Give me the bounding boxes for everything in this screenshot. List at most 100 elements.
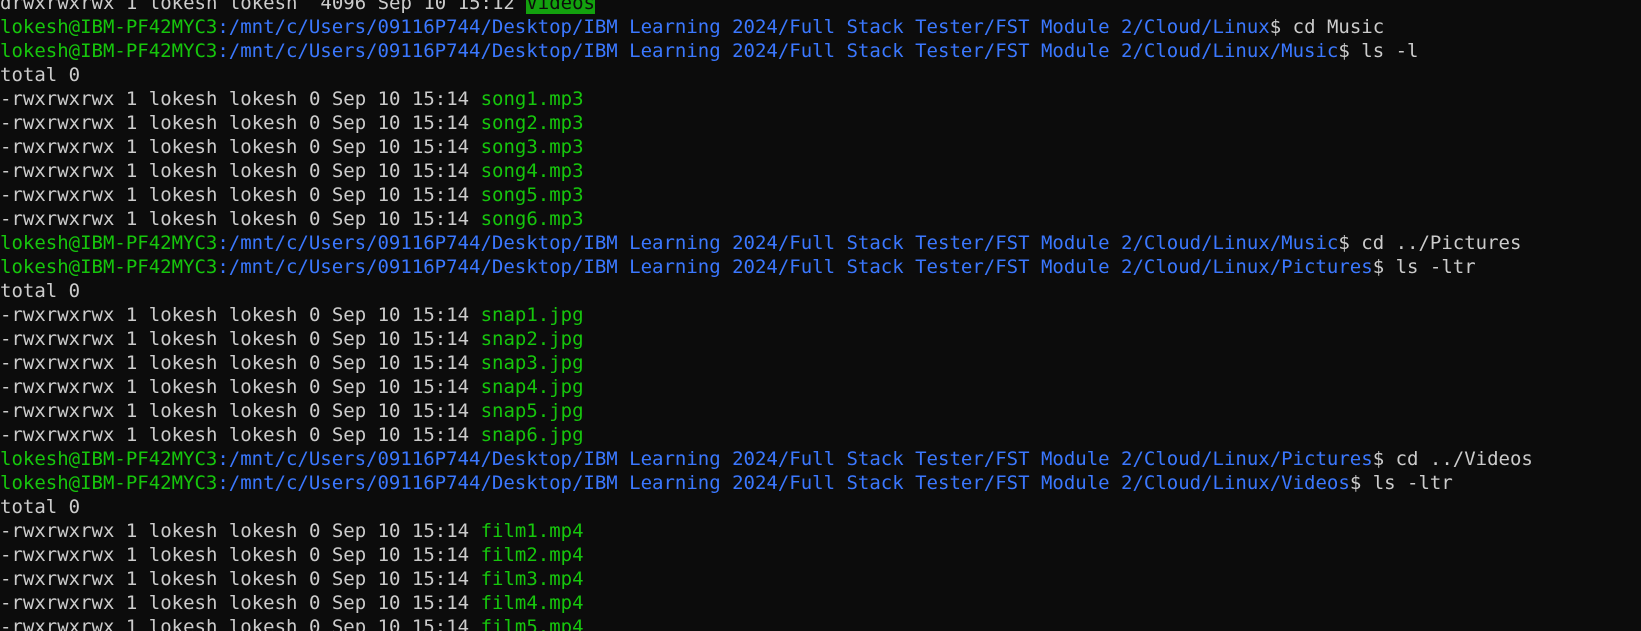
file-permissions: -rwxrwxrwx [0,376,115,398]
file-links: 1 [125,0,138,14]
directory-name: Videos [526,0,595,14]
file-owner: lokesh [148,136,218,158]
prompt-user: lokesh@IBM-PF42MYC3 [0,16,218,38]
prompt-line: lokesh@IBM-PF42MYC3:/mnt/c/Users/09116P7… [0,39,1533,63]
file-group: lokesh [228,544,298,566]
command-text: ls -l [1361,40,1419,62]
file-name: song3.mp3 [480,136,584,158]
file-links: 1 [125,352,138,374]
file-permissions: drwxrwxrwx [0,0,115,14]
file-listing-row: -rwxrwxrwx 1 lokesh lokesh 0 Sep 10 15:1… [0,87,1533,111]
file-owner: lokesh [148,400,218,422]
file-size: 0 [308,136,321,158]
prompt-path: :/mnt/c/Users/09116P744/Desktop/IBM Lear… [217,256,1373,278]
file-owner: lokesh [148,544,218,566]
prompt-user: lokesh@IBM-PF42MYC3 [0,40,218,62]
file-group: lokesh [228,376,298,398]
file-size: 4096 [320,0,367,14]
file-links: 1 [125,568,138,590]
file-permissions: -rwxrwxrwx [0,304,115,326]
file-links: 1 [125,136,138,158]
output-text: total 0 [0,280,81,302]
file-listing-row: -rwxrwxrwx 1 lokesh lokesh 0 Sep 10 15:1… [0,423,1533,447]
file-listing-row: -rwxrwxrwx 1 lokesh lokesh 0 Sep 10 15:1… [0,303,1533,327]
file-listing-row: -rwxrwxrwx 1 lokesh lokesh 0 Sep 10 15:1… [0,567,1533,591]
file-size: 0 [308,208,321,230]
file-links: 1 [125,400,138,422]
prompt-symbol: $ [1372,448,1396,470]
prompt-symbol: $ [1338,40,1362,62]
file-links: 1 [125,184,138,206]
file-permissions: -rwxrwxrwx [0,136,115,158]
file-name: snap5.jpg [480,400,584,422]
file-date: Sep 10 15:14 [331,88,470,110]
file-permissions: -rwxrwxrwx [0,352,115,374]
file-size: 0 [308,616,321,631]
file-permissions: -rwxrwxrwx [0,160,115,182]
file-date: Sep 10 15:14 [331,352,470,374]
file-links: 1 [125,112,138,134]
file-size: 0 [308,160,321,182]
file-date: Sep 10 15:14 [331,616,470,631]
file-permissions: -rwxrwxrwx [0,616,115,631]
file-group: lokesh [228,160,298,182]
file-name: snap3.jpg [480,352,584,374]
terminal-output: drwxrwxrwx 1 lokesh lokesh 4096 Sep 10 1… [0,0,1533,631]
file-group: lokesh [228,592,298,614]
file-listing-row: -rwxrwxrwx 1 lokesh lokesh 0 Sep 10 15:1… [0,351,1533,375]
file-size: 0 [308,88,321,110]
file-permissions: -rwxrwxrwx [0,112,115,134]
file-name: film1.mp4 [480,520,584,542]
file-owner: lokesh [148,160,218,182]
prompt-line: lokesh@IBM-PF42MYC3:/mnt/c/Users/09116P7… [0,255,1533,279]
file-listing-row: -rwxrwxrwx 1 lokesh lokesh 0 Sep 10 15:1… [0,399,1533,423]
file-date: Sep 10 15:14 [331,160,470,182]
file-date: Sep 10 15:14 [331,328,470,350]
prompt-symbol: $ [1269,16,1293,38]
file-group: lokesh [228,352,298,374]
file-group: lokesh [228,88,298,110]
file-permissions: -rwxrwxrwx [0,184,115,206]
file-group: lokesh [228,616,298,631]
file-date: Sep 10 15:12 [377,0,515,14]
file-links: 1 [125,592,138,614]
file-owner: lokesh [148,568,218,590]
file-name: song4.mp3 [480,160,584,182]
file-links: 1 [125,520,138,542]
file-size: 0 [308,112,321,134]
output-text: total 0 [0,64,81,86]
file-listing-row: -rwxrwxrwx 1 lokesh lokesh 0 Sep 10 15:1… [0,111,1533,135]
file-name: film4.mp4 [480,592,584,614]
file-group: lokesh [228,304,298,326]
file-owner: lokesh [148,112,218,134]
file-permissions: -rwxrwxrwx [0,208,115,230]
file-permissions: -rwxrwxrwx [0,328,115,350]
file-name: snap2.jpg [480,328,584,350]
prompt-user: lokesh@IBM-PF42MYC3 [0,256,218,278]
file-group: lokesh [228,0,298,14]
file-permissions: -rwxrwxrwx [0,400,115,422]
prompt-line: lokesh@IBM-PF42MYC3:/mnt/c/Users/09116P7… [0,471,1533,495]
terminal-window[interactable]: drwxrwxrwx 1 lokesh lokesh 4096 Sep 10 1… [0,0,1641,631]
file-size: 0 [308,568,321,590]
file-size: 0 [308,328,321,350]
file-group: lokesh [228,184,298,206]
output-line: total 0 [0,279,1533,303]
prompt-line: lokesh@IBM-PF42MYC3:/mnt/c/Users/09116P7… [0,15,1533,39]
file-size: 0 [308,376,321,398]
file-date: Sep 10 15:14 [331,136,470,158]
file-listing-row: -rwxrwxrwx 1 lokesh lokesh 0 Sep 10 15:1… [0,591,1533,615]
output-text: total 0 [0,496,81,518]
file-size: 0 [308,184,321,206]
file-date: Sep 10 15:14 [331,376,470,398]
file-date: Sep 10 15:14 [331,112,470,134]
file-listing-row: -rwxrwxrwx 1 lokesh lokesh 0 Sep 10 15:1… [0,327,1533,351]
file-name: film2.mp4 [480,544,584,566]
command-text: cd Music [1292,16,1385,38]
file-permissions: -rwxrwxrwx [0,88,115,110]
prompt-path: :/mnt/c/Users/09116P744/Desktop/IBM Lear… [217,232,1339,254]
prompt-user: lokesh@IBM-PF42MYC3 [0,448,218,470]
prompt-path: :/mnt/c/Users/09116P744/Desktop/IBM Lear… [217,40,1339,62]
file-name: film5.mp4 [480,616,584,631]
file-size: 0 [308,304,321,326]
